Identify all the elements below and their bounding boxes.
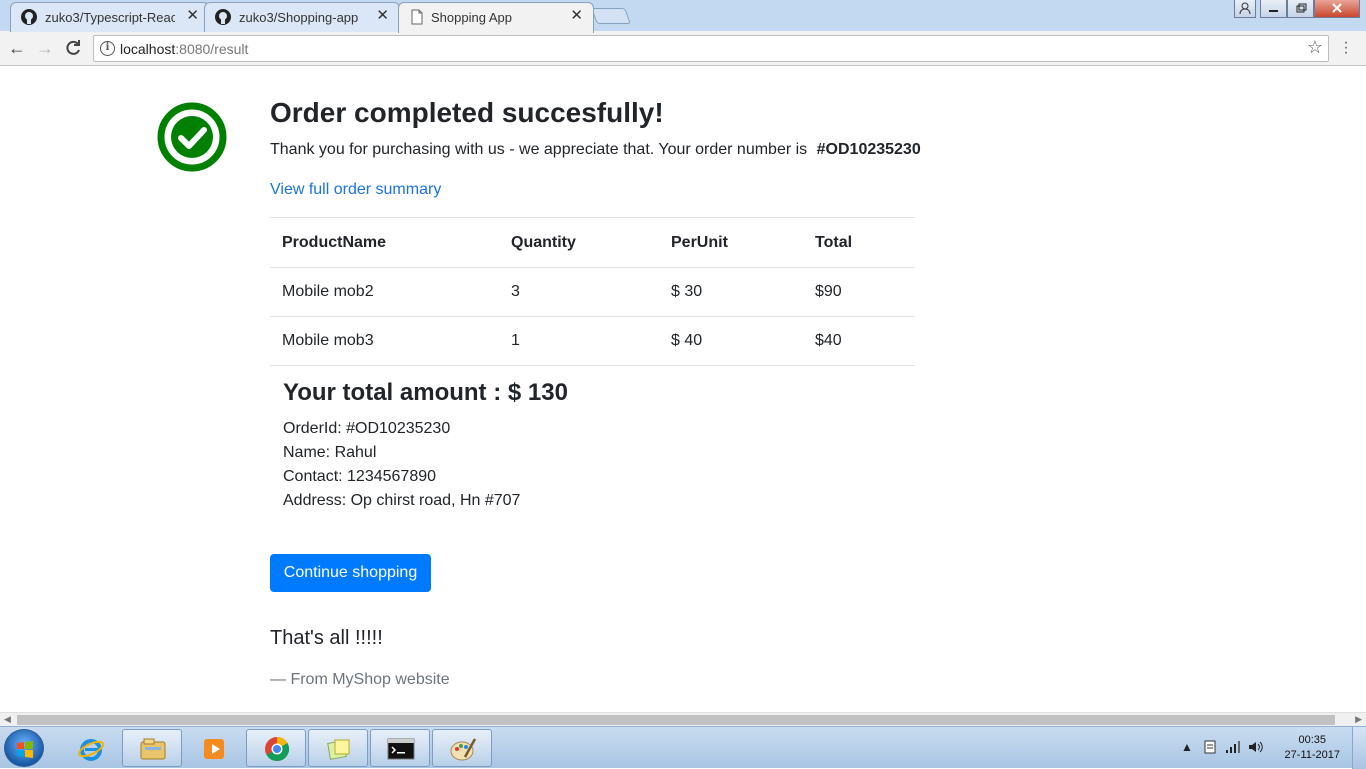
- url-host: localhost: [120, 41, 176, 57]
- table-header-row: ProductName Quantity PerUnit Total: [270, 217, 915, 268]
- product-name-cell: Mobile mob3: [270, 316, 499, 366]
- customer-contact: Contact: 1234567890: [283, 468, 437, 485]
- total-cell: $40: [803, 316, 915, 366]
- address-bar[interactable]: i localhost:8080/result ☆: [93, 35, 1329, 62]
- taskbar-sticky-notes[interactable]: [308, 729, 368, 767]
- file-explorer-icon: [140, 738, 166, 760]
- quantity-cell: 1: [499, 316, 659, 366]
- restore-button[interactable]: [1287, 0, 1314, 18]
- quantity-cell: 3: [499, 267, 659, 317]
- order-details: OrderId: #OD10235230 Name: Rahul Contact…: [283, 417, 520, 513]
- browser-toolbar: ← → i localhost:8080/result ☆ · · ·: [0, 31, 1366, 66]
- continue-shopping-button[interactable]: Continue shopping: [270, 554, 431, 592]
- command-prompt-icon: [387, 738, 415, 760]
- tab-shopping-app-repo[interactable]: zuko3/Shopping-app ✕: [204, 2, 400, 32]
- github-icon: [21, 9, 37, 25]
- clock-time: 00:35: [1298, 734, 1327, 746]
- column-header: Quantity: [499, 217, 659, 268]
- page-icon: [411, 9, 423, 25]
- scrollbar-thumb[interactable]: [17, 715, 1335, 725]
- horizontal-scrollbar[interactable]: ◀ ▶: [0, 712, 1366, 726]
- clock-date: 27-11-2017: [1284, 749, 1340, 761]
- customer-address: Address: Op chirst road, Hn #707: [283, 492, 521, 509]
- table-row: Mobile mob3 1 $ 40 $40: [270, 316, 915, 366]
- network-icon[interactable]: [1224, 739, 1242, 755]
- taskbar-chrome[interactable]: [246, 729, 306, 767]
- scroll-right-icon[interactable]: ▶: [1355, 714, 1362, 725]
- per-unit-cell: $ 30: [659, 267, 803, 317]
- tab-title: zuko3/Typescript-React-: [45, 10, 175, 25]
- taskbar-internet-explorer[interactable]: [60, 729, 120, 767]
- tab-typescript-react[interactable]: zuko3/Typescript-React- ✕: [10, 2, 210, 32]
- thank-you-message: Thank you for purchasing with us - we ap…: [270, 141, 921, 159]
- success-check-icon: [157, 102, 227, 172]
- table-row: Mobile mob2 3 $ 30 $90: [270, 267, 915, 317]
- windows-logo-icon: [17, 741, 33, 758]
- column-header: ProductName: [270, 217, 499, 268]
- browser-menu-icon[interactable]: · · ·: [1343, 35, 1349, 61]
- url-text: localhost:8080/result: [120, 41, 248, 57]
- customer-name: Name: Rahul: [283, 444, 377, 461]
- column-header: Total: [803, 217, 915, 268]
- taskbar-command-prompt[interactable]: [370, 729, 430, 767]
- close-icon[interactable]: ✕: [376, 8, 389, 24]
- tab-shopping-app[interactable]: Shopping App ✕: [398, 2, 594, 33]
- order-table: ProductName Quantity PerUnit Total Mobil…: [270, 217, 915, 366]
- new-tab-button[interactable]: [591, 8, 631, 24]
- media-player-icon: [204, 739, 224, 759]
- back-arrow-icon[interactable]: ←: [6, 37, 28, 59]
- action-center-icon[interactable]: [1202, 739, 1218, 755]
- taskbar-media-player[interactable]: [184, 729, 244, 767]
- internet-explorer-icon: [78, 739, 104, 761]
- chrome-icon: [265, 737, 290, 761]
- total-cell: $90: [803, 267, 915, 317]
- order-id: OrderId: #OD10235230: [283, 420, 451, 437]
- taskbar: ▲ 00:35 27-11-2017: [0, 726, 1366, 769]
- quote-footer: — From MyShop website: [270, 671, 450, 688]
- sticky-notes-icon: [327, 739, 350, 760]
- total-amount: Your total amount : $ 130: [283, 379, 568, 406]
- tab-title: zuko3/Shopping-app: [239, 10, 359, 25]
- browser-tab-strip: zuko3/Typescript-React- ✕ zuko3/Shopping…: [0, 0, 1366, 33]
- scroll-left-icon[interactable]: ◀: [4, 714, 11, 725]
- tab-title: Shopping App: [431, 10, 512, 25]
- system-clock[interactable]: 00:35 27-11-2017: [1285, 733, 1340, 763]
- product-name-cell: Mobile mob2: [270, 267, 499, 317]
- order-number: #OD10235230: [816, 141, 921, 158]
- minimize-button[interactable]: [1260, 0, 1287, 18]
- close-icon[interactable]: ✕: [570, 8, 583, 24]
- github-icon: [215, 9, 231, 25]
- window-close-button[interactable]: [1314, 0, 1360, 18]
- volume-icon[interactable]: [1247, 739, 1265, 755]
- site-info-icon[interactable]: i: [100, 41, 115, 56]
- thank-you-text: Thank you for purchasing with us - we ap…: [270, 141, 808, 158]
- start-button[interactable]: [4, 729, 44, 767]
- close-icon[interactable]: ✕: [186, 8, 199, 24]
- user-profile-button[interactable]: [1234, 0, 1256, 18]
- column-header: PerUnit: [659, 217, 803, 268]
- per-unit-cell: $ 40: [659, 316, 803, 366]
- view-order-summary-link[interactable]: View full order summary: [270, 181, 441, 199]
- minimize-icon: [1269, 10, 1278, 12]
- show-desktop-button[interactable]: [1352, 727, 1366, 769]
- url-path: :8080/result: [175, 41, 249, 57]
- page-content: Order completed succesfully! Thank you f…: [0, 67, 1366, 712]
- show-hidden-icons[interactable]: ▲: [1181, 740, 1193, 754]
- taskbar-file-explorer[interactable]: [122, 729, 182, 767]
- page-title: Order completed succesfully!: [270, 97, 664, 128]
- forward-arrow-icon[interactable]: →: [34, 37, 56, 59]
- close-icon: [1332, 3, 1342, 13]
- reload-icon[interactable]: [62, 37, 84, 59]
- user-icon: [1239, 2, 1251, 15]
- closing-quote: That's all !!!!!: [270, 627, 383, 649]
- taskbar-paint[interactable]: [432, 729, 492, 767]
- paint-icon: [450, 738, 477, 761]
- bookmark-star-icon[interactable]: ☆: [1307, 37, 1323, 58]
- system-tray: ▲ 00:35 27-11-2017: [1175, 727, 1366, 769]
- restore-icon: [1296, 3, 1307, 13]
